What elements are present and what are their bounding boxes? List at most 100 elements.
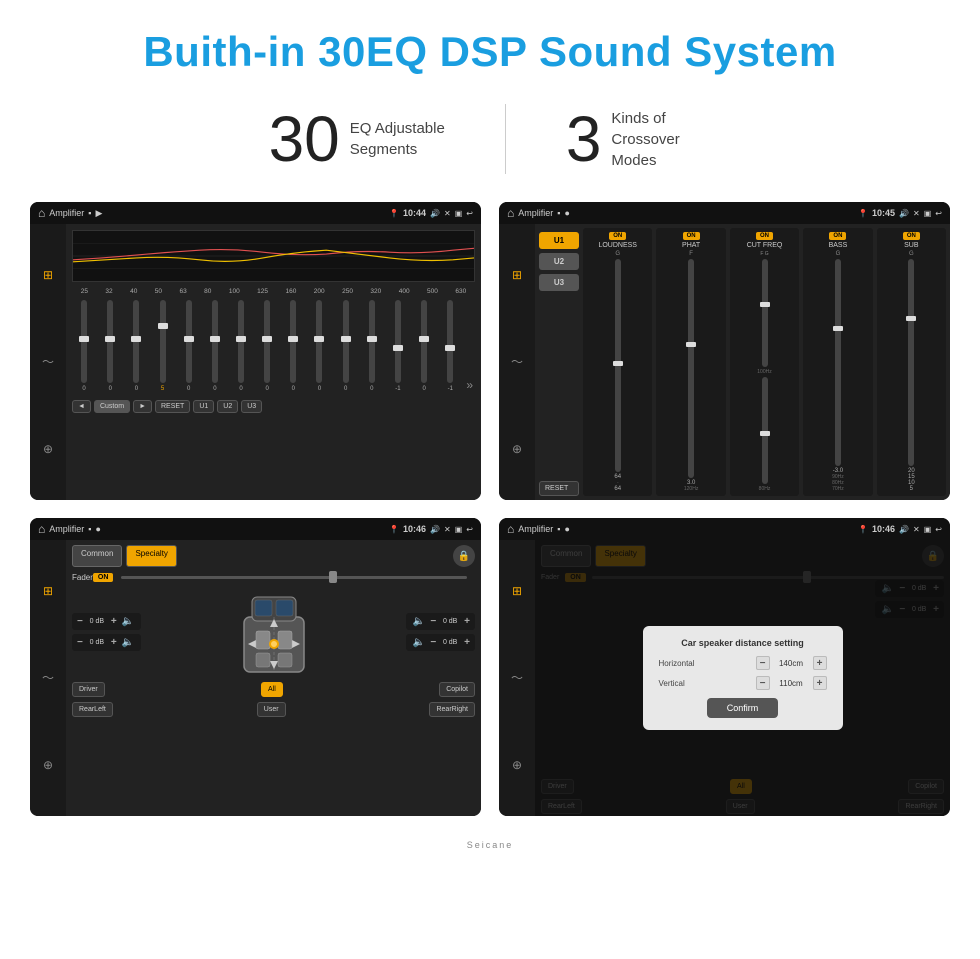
- expand-icon-2[interactable]: ⊕: [504, 436, 530, 462]
- rl-minus[interactable]: −: [77, 637, 83, 648]
- crossover-main: U1 U2 U3 RESET ON LOUDNESS G 64: [535, 224, 950, 500]
- vertical-label: Vertical: [659, 679, 685, 688]
- loudness-on[interactable]: ON: [609, 232, 626, 240]
- horizontal-plus[interactable]: +: [813, 656, 827, 670]
- eq-u1-btn[interactable]: U1: [193, 400, 214, 413]
- eq-next-btn[interactable]: ►: [133, 400, 152, 413]
- app-name-3: Amplifier: [49, 524, 84, 534]
- fl-minus[interactable]: −: [77, 616, 83, 627]
- back-icon-2[interactable]: ↩: [935, 209, 942, 218]
- cutfreq-on[interactable]: ON: [756, 232, 773, 240]
- fl-plus[interactable]: +: [111, 616, 117, 627]
- eq-slider-13[interactable]: 0: [412, 300, 436, 392]
- eq-slider-4[interactable]: 0: [177, 300, 201, 392]
- eq-slider-11[interactable]: 0: [360, 300, 384, 392]
- eq-prev-btn[interactable]: ◄: [72, 400, 91, 413]
- x-icon-3[interactable]: ✕: [444, 525, 451, 534]
- lock-icon-3[interactable]: 🔒: [453, 545, 475, 567]
- speaker-icon-4: 🔊: [899, 525, 909, 534]
- fr-plus[interactable]: +: [464, 616, 470, 627]
- rearleft-btn-3[interactable]: RearLeft: [72, 702, 113, 717]
- fader-slider[interactable]: [121, 576, 467, 579]
- specialty-tab-3[interactable]: Specialty: [126, 545, 176, 567]
- x-icon-4[interactable]: ✕: [913, 525, 920, 534]
- user-btn-3[interactable]: User: [257, 702, 286, 717]
- expand-icon-1[interactable]: ⊕: [35, 436, 61, 462]
- eq-icon-2[interactable]: ⊞: [504, 262, 530, 288]
- sub-label: SUB: [904, 242, 918, 249]
- eq-slider-14[interactable]: -1: [438, 300, 462, 392]
- eq-slider-1[interactable]: 0: [98, 300, 122, 392]
- dialog-main: Common Specialty 🔒 Fader ON 🔈: [535, 540, 950, 816]
- wave-icon-3[interactable]: 〜: [35, 665, 61, 691]
- eq-slider-0[interactable]: 0: [72, 300, 96, 392]
- fr-minus[interactable]: −: [430, 616, 436, 627]
- eq-slider-3[interactable]: 5: [150, 300, 174, 392]
- home-icon-2[interactable]: ⌂: [507, 206, 514, 220]
- sub-on[interactable]: ON: [903, 232, 920, 240]
- u1-btn[interactable]: U1: [539, 232, 579, 249]
- rr-plus[interactable]: +: [464, 637, 470, 648]
- wave-icon-2[interactable]: 〜: [504, 349, 530, 375]
- driver-btn-3[interactable]: Driver: [72, 682, 105, 697]
- eq-slider-12[interactable]: -1: [386, 300, 410, 392]
- eq-slider-6[interactable]: 0: [229, 300, 253, 392]
- bass-on[interactable]: ON: [829, 232, 846, 240]
- record-icon-4: ▪: [557, 524, 560, 534]
- status-bar-4: ⌂ Amplifier ▪ ● 📍 10:46 🔊 ✕ ▣ ↩: [499, 518, 950, 540]
- rr-minus[interactable]: −: [430, 637, 436, 648]
- vertical-plus[interactable]: +: [813, 676, 827, 690]
- x-icon-2[interactable]: ✕: [913, 209, 920, 218]
- fader-row: Fader ON: [72, 573, 475, 582]
- expand-icon-3[interactable]: ⊕: [35, 752, 61, 778]
- phat-on[interactable]: ON: [683, 232, 700, 240]
- fader-on-badge[interactable]: ON: [93, 573, 114, 582]
- expand-icon-4[interactable]: ⊕: [504, 752, 530, 778]
- confirm-button[interactable]: Confirm: [707, 698, 779, 718]
- common-tab-3[interactable]: Common: [72, 545, 122, 567]
- eq-icon-3[interactable]: ⊞: [35, 578, 61, 604]
- eq-slider-2[interactable]: 0: [124, 300, 148, 392]
- rl-value: 0 dB: [86, 639, 108, 646]
- eq-icon-1[interactable]: ⊞: [35, 262, 61, 288]
- rearright-btn-3[interactable]: RearRight: [429, 702, 475, 717]
- crossover-reset-btn[interactable]: RESET: [539, 481, 579, 496]
- location-icon-1: 📍: [389, 209, 399, 218]
- window-icon-1[interactable]: ▣: [455, 209, 463, 218]
- window-icon-3[interactable]: ▣: [455, 525, 463, 534]
- back-icon-3[interactable]: ↩: [466, 525, 473, 534]
- home-icon-1[interactable]: ⌂: [38, 206, 45, 220]
- eq-scroll-right[interactable]: »: [464, 378, 475, 392]
- page-title: Buith-in 30EQ DSP Sound System: [0, 0, 980, 94]
- wave-icon-1[interactable]: 〜: [35, 349, 61, 375]
- eq-slider-8[interactable]: 0: [281, 300, 305, 392]
- window-icon-4[interactable]: ▣: [924, 525, 932, 534]
- freq-labels: 25 32 40 50 63 80 100 125 160 200 250 32…: [72, 287, 475, 296]
- eq-icon-4[interactable]: ⊞: [504, 578, 530, 604]
- eq-reset-btn[interactable]: RESET: [155, 400, 190, 413]
- right-speakers: 🔈 − 0 dB + 🔈 − 0 dB +: [406, 613, 475, 651]
- horizontal-minus[interactable]: −: [756, 656, 770, 670]
- u2-btn[interactable]: U2: [539, 253, 579, 270]
- copilot-btn-3[interactable]: Copilot: [439, 682, 475, 697]
- eq-u3-btn[interactable]: U3: [241, 400, 262, 413]
- home-icon-4[interactable]: ⌂: [507, 522, 514, 536]
- x-icon-1[interactable]: ✕: [444, 209, 451, 218]
- vertical-minus[interactable]: −: [756, 676, 770, 690]
- wave-icon-4[interactable]: 〜: [504, 665, 530, 691]
- eq-u2-btn[interactable]: U2: [217, 400, 238, 413]
- back-icon-1[interactable]: ↩: [466, 209, 473, 218]
- window-icon-2[interactable]: ▣: [924, 209, 932, 218]
- home-icon-3[interactable]: ⌂: [38, 522, 45, 536]
- eq-slider-10[interactable]: 0: [334, 300, 358, 392]
- eq-slider-9[interactable]: 0: [307, 300, 331, 392]
- eq-custom-btn[interactable]: Custom: [94, 400, 130, 413]
- eq-slider-5[interactable]: 0: [203, 300, 227, 392]
- horizontal-control: − 140cm +: [756, 656, 827, 670]
- time-1: 10:44: [403, 208, 426, 218]
- rl-plus[interactable]: +: [111, 637, 117, 648]
- eq-slider-7[interactable]: 0: [255, 300, 279, 392]
- u3-btn[interactable]: U3: [539, 274, 579, 291]
- phat-label: PHAT: [682, 242, 700, 249]
- back-icon-4[interactable]: ↩: [935, 525, 942, 534]
